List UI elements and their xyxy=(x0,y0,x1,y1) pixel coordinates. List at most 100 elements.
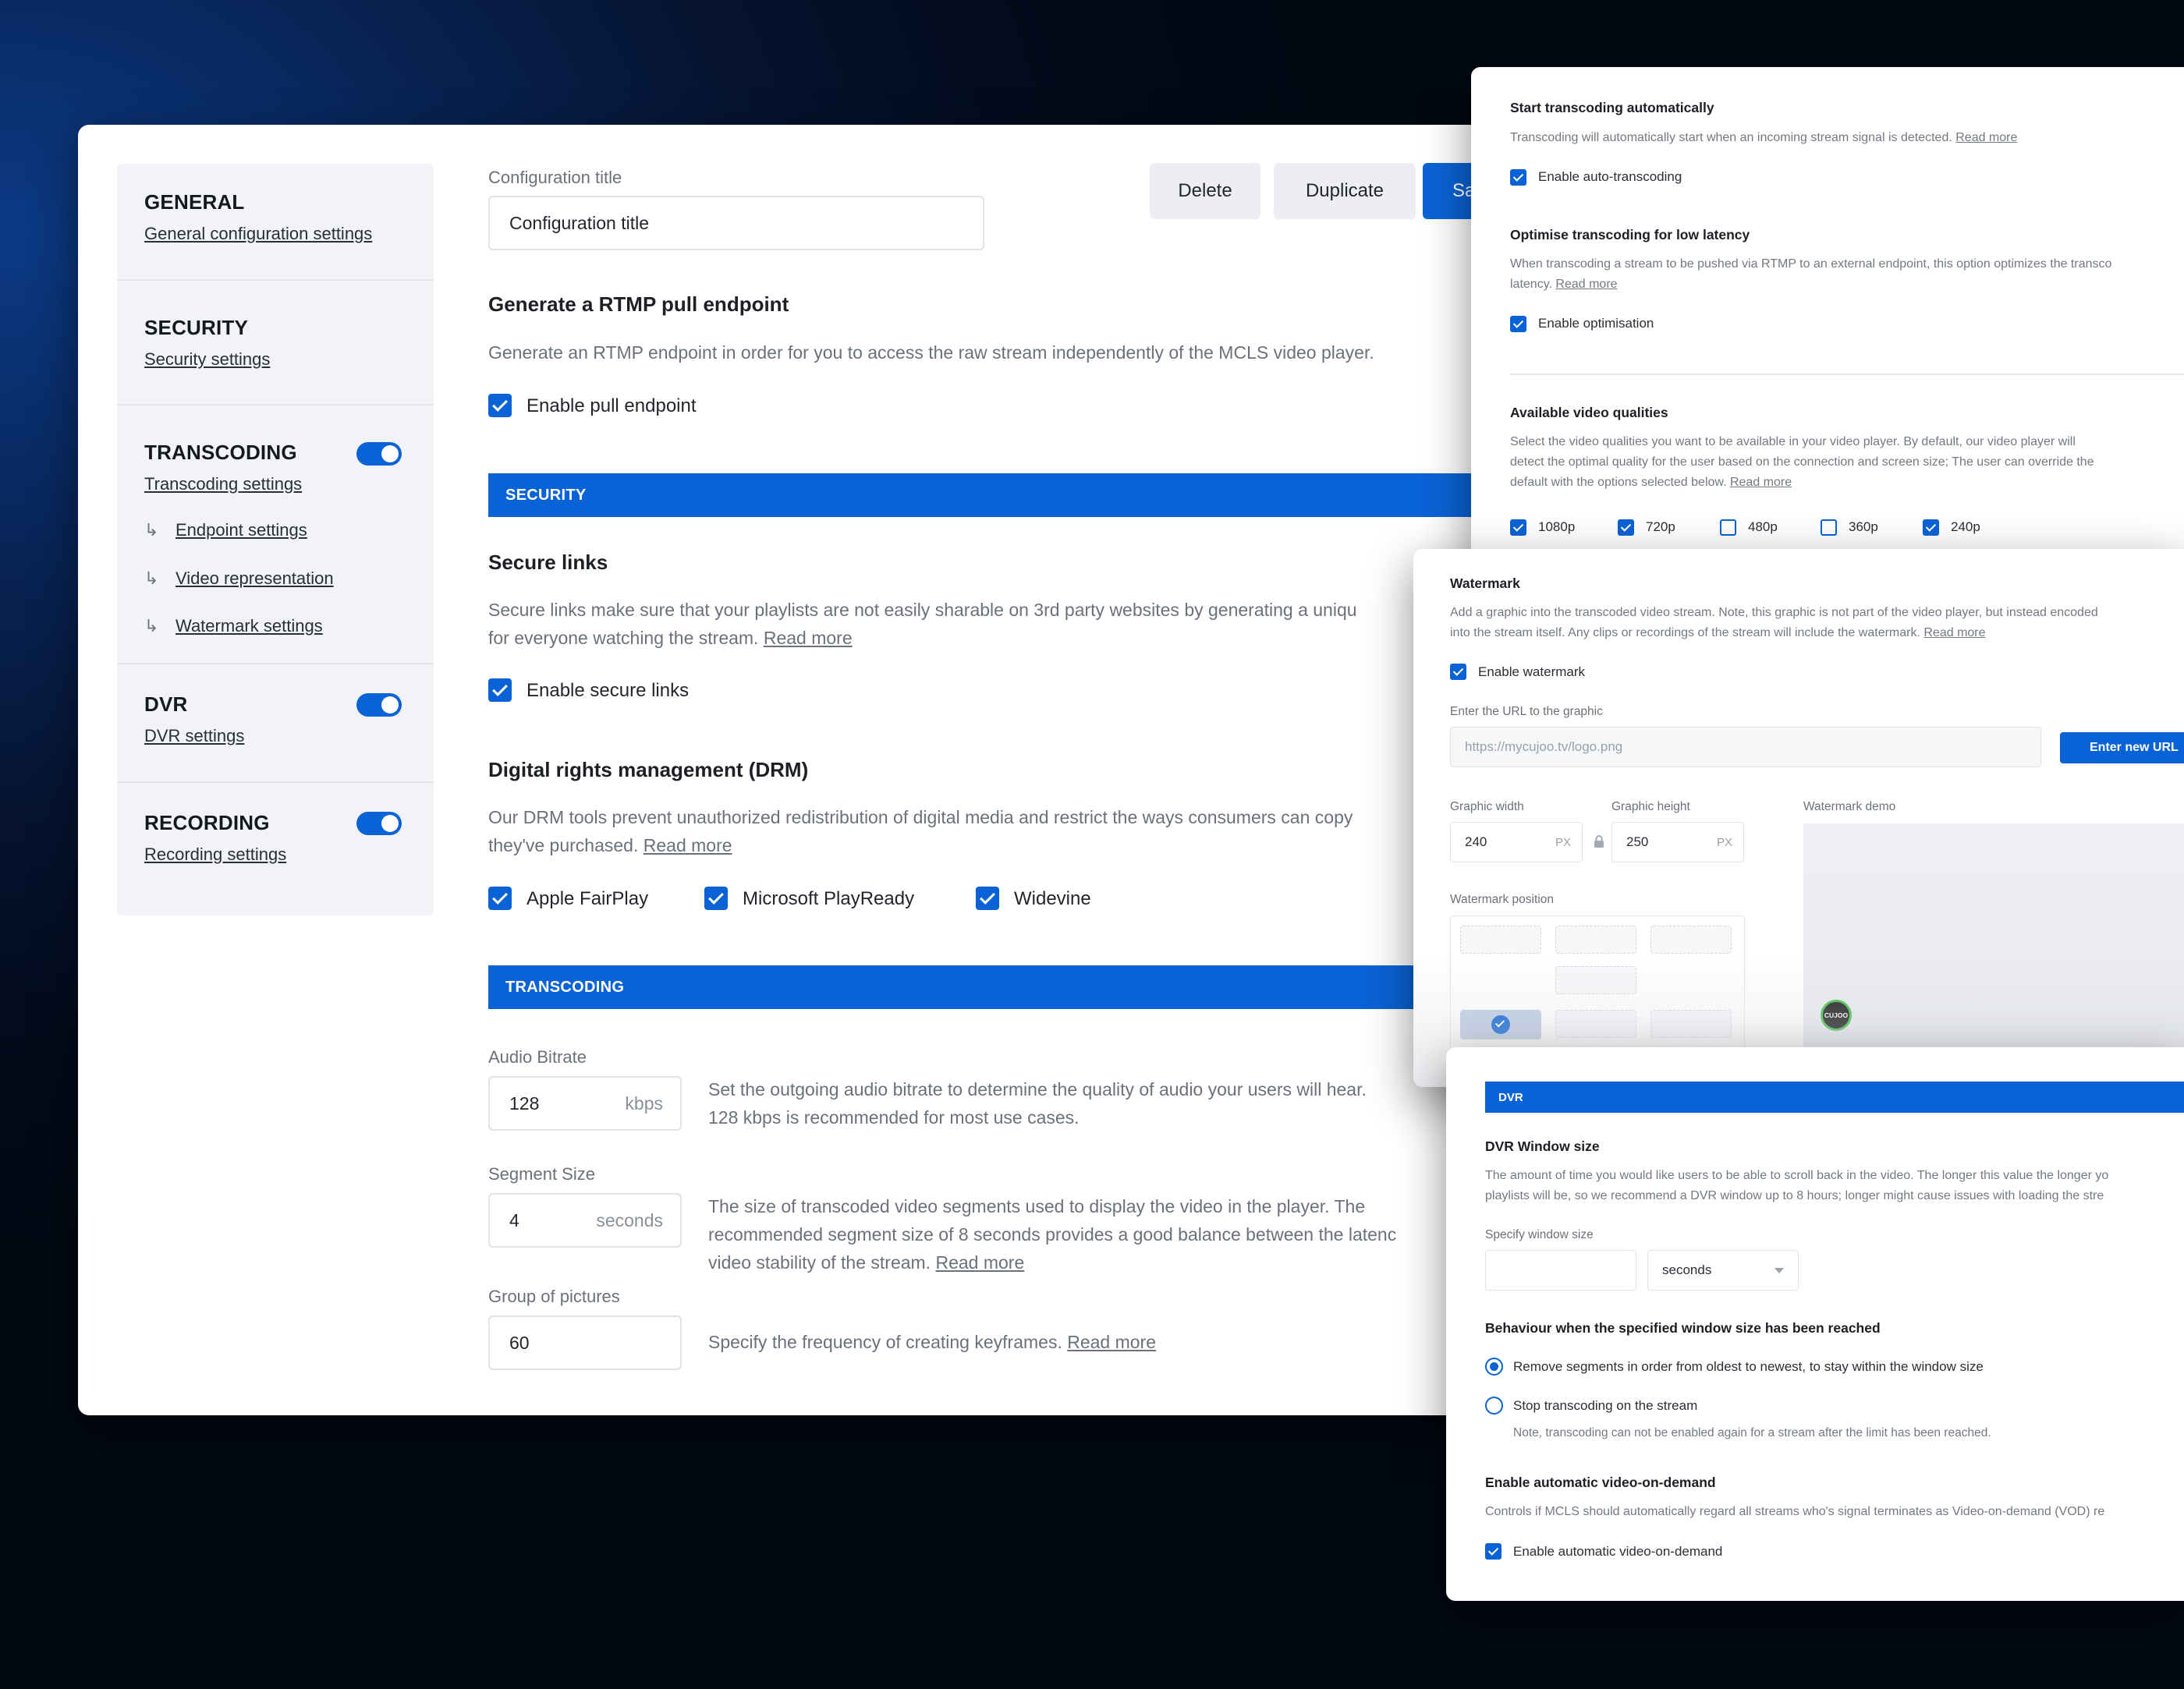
quality-240p-checkbox[interactable] xyxy=(1923,519,1939,536)
sidebar-subitem-video-representation[interactable]: ↳ Video representation xyxy=(144,568,334,589)
window-size-input[interactable] xyxy=(1485,1250,1636,1291)
desc-line: detect the optimal quality for the user … xyxy=(1510,455,2094,469)
quality-1080p-checkbox[interactable] xyxy=(1510,519,1526,536)
desc-line: Add a graphic into the transcoded video … xyxy=(1450,606,2098,619)
transcoding-toggle[interactable] xyxy=(356,442,402,466)
segment-size-input[interactable]: 4 seconds xyxy=(488,1193,682,1248)
segment-size-value: 4 xyxy=(509,1209,519,1230)
desc-line: Secure links make sure that your playlis… xyxy=(488,600,1357,620)
sidebar-link-transcoding[interactable]: Transcoding settings xyxy=(144,474,302,494)
desc-line: latency. xyxy=(1510,278,1552,291)
sidebar-link-recording[interactable]: Recording settings xyxy=(144,844,286,865)
chevron-down-icon xyxy=(1774,1268,1784,1273)
sidebar-subitem-watermark[interactable]: ↳ Watermark settings xyxy=(144,616,323,636)
enter-new-url-button[interactable]: Enter new URL xyxy=(2060,732,2184,763)
audio-bitrate-input[interactable]: 128 kbps xyxy=(488,1076,682,1131)
pull-endpoint-checkbox[interactable] xyxy=(488,394,512,417)
config-title-input[interactable]: Configuration title xyxy=(488,196,984,250)
watermark-title: Watermark xyxy=(1450,575,1520,591)
security-section-bar: SECURITY xyxy=(488,473,1529,517)
vod-checkbox-label: Enable automatic video-on-demand xyxy=(1513,1544,1723,1559)
sidebar-title-transcoding: TRANSCODING xyxy=(144,441,297,464)
selected-check-icon xyxy=(1491,1015,1510,1034)
position-bottom-left-selected[interactable] xyxy=(1460,1010,1541,1039)
low-latency-description: When transcoding a stream to be pushed v… xyxy=(1510,254,2111,295)
sidebar-subitem-endpoint[interactable]: ↳ Endpoint settings xyxy=(144,520,307,540)
position-bottom-right[interactable] xyxy=(1650,1010,1732,1038)
settings-sidebar: GENERAL General configuration settings S… xyxy=(117,164,434,915)
position-top-left[interactable] xyxy=(1460,926,1541,954)
drm-read-more[interactable]: Read more xyxy=(644,835,732,855)
lock-icon[interactable] xyxy=(1593,834,1605,852)
desc-line: they've purchased. xyxy=(488,835,639,855)
fairplay-checkbox[interactable] xyxy=(488,887,512,910)
duplicate-button[interactable]: Duplicate xyxy=(1274,163,1416,219)
sidebar-section-general: GENERAL General configuration settings xyxy=(117,164,434,281)
config-title-label: Configuration title xyxy=(488,168,622,187)
secure-links-checkbox[interactable] xyxy=(488,678,512,702)
watermark-read-more[interactable]: Read more xyxy=(1923,626,1985,639)
sidebar-section-recording: RECORDING Recording settings xyxy=(117,783,434,915)
watermark-checkbox[interactable] xyxy=(1450,664,1466,680)
graphic-width-input[interactable]: 240 PX xyxy=(1450,822,1583,862)
recording-toggle[interactable] xyxy=(356,812,402,835)
position-bottom-center[interactable] xyxy=(1555,1010,1636,1038)
sidebar-title-recording: RECORDING xyxy=(144,811,270,834)
sidebar-link-security[interactable]: Security settings xyxy=(144,349,270,370)
secure-links-title: Secure links xyxy=(488,551,608,574)
sub-arrow-icon: ↳ xyxy=(144,616,159,636)
gop-description: Specify the frequency of creating keyfra… xyxy=(708,1328,1156,1356)
vod-title: Enable automatic video-on-demand xyxy=(1485,1475,1716,1490)
gop-read-more[interactable]: Read more xyxy=(1067,1332,1156,1352)
graphic-width-label: Graphic width xyxy=(1450,800,1524,813)
segment-size-read-more[interactable]: Read more xyxy=(935,1252,1024,1273)
transcoding-section-bar: TRANSCODING xyxy=(488,965,1529,1009)
segment-size-description: The size of transcoded video segments us… xyxy=(708,1192,1396,1276)
auto-transcoding-read-more[interactable]: Read more xyxy=(1955,131,2017,144)
main-config-window: GENERAL General configuration settings S… xyxy=(78,125,1529,1415)
sidebar-subitem-label: Video representation xyxy=(176,568,334,588)
playready-checkbox[interactable] xyxy=(704,887,728,910)
widevine-checkbox[interactable] xyxy=(976,887,999,910)
watermark-demo-label: Watermark demo xyxy=(1803,800,1896,813)
sidebar-section-transcoding: TRANSCODING Transcoding settings ↳ Endpoi… xyxy=(117,405,434,664)
quality-360p-checkbox[interactable] xyxy=(1821,519,1837,536)
window-unit-select[interactable]: seconds xyxy=(1647,1250,1799,1291)
position-top-center[interactable] xyxy=(1555,926,1636,954)
graphic-url-input[interactable]: https://mycujoo.tv/logo.png xyxy=(1450,727,2041,767)
sidebar-subitem-label: Watermark settings xyxy=(176,616,323,636)
delete-button[interactable]: Delete xyxy=(1150,163,1260,219)
playready-label: Microsoft PlayReady xyxy=(743,888,915,909)
dvr-section-bar: DVR xyxy=(1485,1082,2184,1113)
desc-line: 128 kbps is recommended for most use cas… xyxy=(708,1107,1080,1128)
audio-bitrate-label: Audio Bitrate xyxy=(488,1047,587,1067)
quality-720p-label: 720p xyxy=(1646,519,1675,534)
auto-transcoding-checkbox[interactable] xyxy=(1510,169,1526,186)
gop-label: Group of pictures xyxy=(488,1287,620,1306)
desc-line: Transcoding will automatically start whe… xyxy=(1510,131,1952,144)
stop-transcoding-radio[interactable] xyxy=(1485,1397,1503,1415)
desc-line: Specify the frequency of creating keyfra… xyxy=(708,1332,1062,1352)
sidebar-link-general[interactable]: General configuration settings xyxy=(144,224,372,244)
vod-checkbox[interactable] xyxy=(1485,1543,1502,1560)
audio-bitrate-unit: kbps xyxy=(625,1092,663,1114)
remove-segments-radio[interactable] xyxy=(1485,1358,1503,1376)
optimisation-checkbox[interactable] xyxy=(1510,316,1526,332)
watermark-checkbox-label: Enable watermark xyxy=(1478,664,1586,679)
position-top-right[interactable] xyxy=(1650,926,1732,954)
quality-480p-checkbox[interactable] xyxy=(1720,519,1736,536)
secure-links-read-more[interactable]: Read more xyxy=(764,628,853,648)
quality-720p-checkbox[interactable] xyxy=(1618,519,1634,536)
video-qualities-read-more[interactable]: Read more xyxy=(1730,476,1792,489)
behaviour-title: Behaviour when the specified window size… xyxy=(1485,1320,1881,1336)
fairplay-label: Apple FairPlay xyxy=(526,888,649,909)
dvr-toggle[interactable] xyxy=(356,693,402,717)
sidebar-link-dvr[interactable]: DVR settings xyxy=(144,726,244,746)
widevine-label: Widevine xyxy=(1014,888,1091,909)
sub-arrow-icon: ↳ xyxy=(144,568,159,588)
position-middle-center[interactable] xyxy=(1555,966,1636,994)
graphic-height-input[interactable]: 250 PX xyxy=(1611,822,1744,862)
secure-links-description: Secure links make sure that your playlis… xyxy=(488,596,1357,652)
low-latency-read-more[interactable]: Read more xyxy=(1555,278,1617,291)
gop-input[interactable]: 60 xyxy=(488,1315,682,1370)
